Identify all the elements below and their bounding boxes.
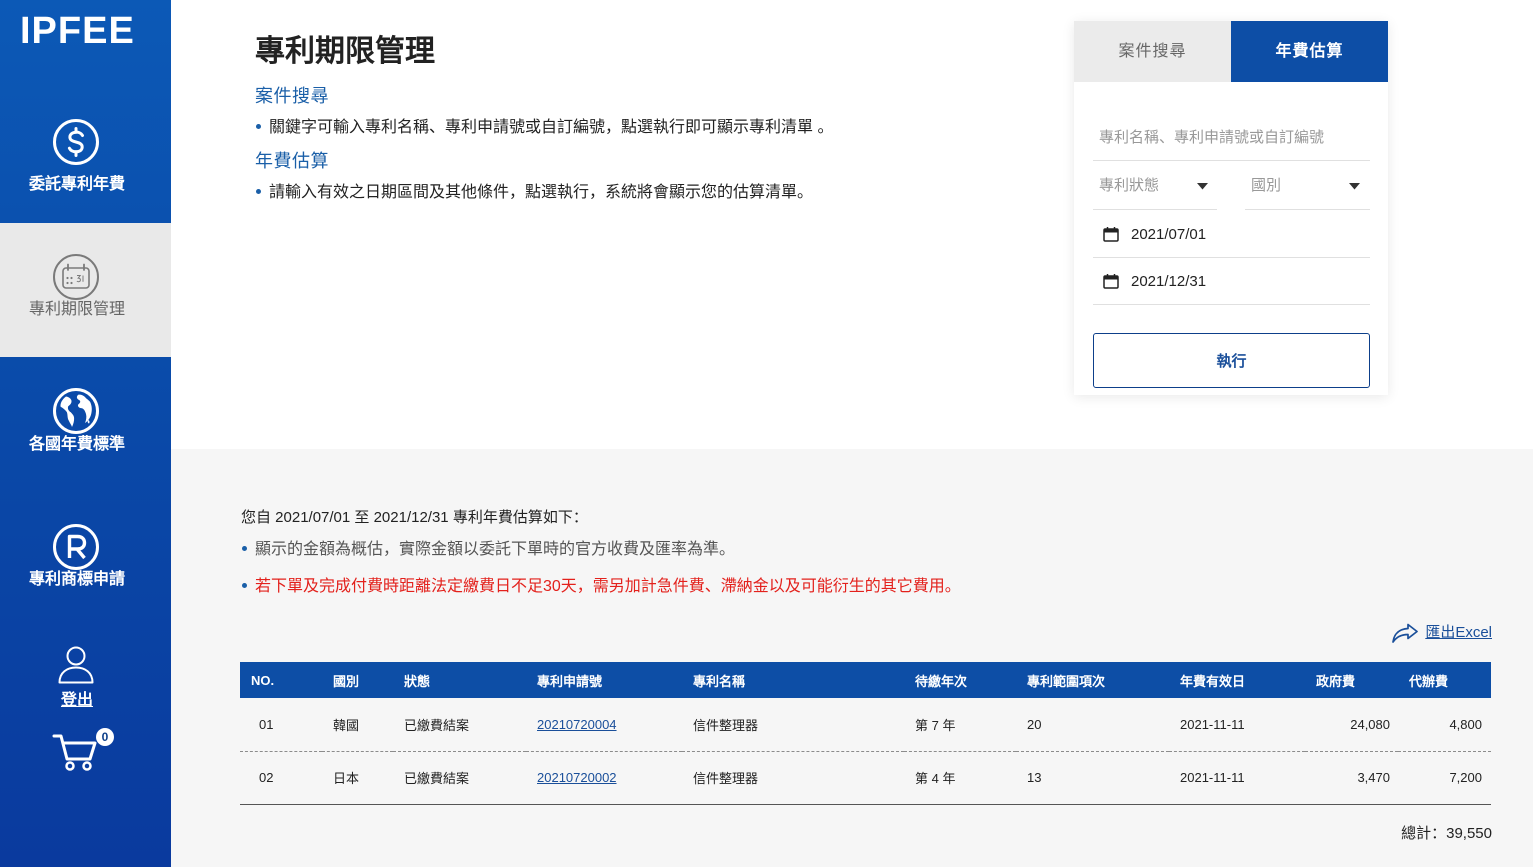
calendar-icon: [1103, 227, 1119, 242]
cell-gov-fee: 24,080: [1305, 698, 1398, 752]
table-header-row: NO. 國別 狀態 專利申請號 專利名稱 待繳年次 專利範圍項次 年費有效日 政…: [240, 662, 1491, 698]
cell-no: 02: [240, 751, 322, 805]
end-date-field[interactable]: 2021/12/31: [1093, 258, 1370, 305]
cell-patent-name: 信件整理器: [682, 751, 904, 805]
column-header: 年費有效日: [1169, 662, 1305, 698]
sidebar-item-label: 各國年費標準: [28, 436, 125, 453]
country-select-value: 國別: [1251, 177, 1282, 194]
column-header: 專利範圍項次: [1016, 662, 1169, 698]
execute-button[interactable]: 執行: [1093, 333, 1370, 388]
keyword-field: [1093, 114, 1370, 161]
user-icon: [58, 646, 94, 684]
cart-count-badge: 0: [96, 728, 114, 746]
column-header: NO.: [240, 662, 322, 698]
cell-application-no: 20210720004: [526, 698, 682, 752]
sidebar-item-patent-deadline[interactable]: 專利期限管理: [0, 223, 171, 357]
sidebar-item-label: 委託專利年費: [28, 176, 125, 193]
column-header: 待繳年次: [904, 662, 1016, 698]
search-panel: 案件搜尋 年費估算 專利狀態 國別 2021/07/01 2021/12/31 …: [1074, 21, 1388, 395]
application-no-link[interactable]: 20210720004: [537, 717, 617, 732]
column-header: 專利申請號: [526, 662, 682, 698]
cell-claims: 20: [1016, 698, 1169, 752]
calendar-circle-icon: [53, 254, 99, 300]
total-amount: 總計：39,550: [1401, 823, 1492, 845]
brand-logo[interactable]: IPFEE: [20, 9, 135, 53]
cell-country: 日本: [322, 751, 393, 805]
fee-estimate-table: NO. 國別 狀態 專利申請號 專利名稱 待繳年次 專利範圍項次 年費有效日 政…: [240, 662, 1491, 805]
panel-tabs: 案件搜尋 年費估算: [1074, 21, 1388, 82]
sidebar-item-country-fee-standards[interactable]: 各國年費標準: [0, 357, 171, 491]
start-date-value: 2021/07/01: [1131, 226, 1207, 243]
keyword-input[interactable]: [1093, 114, 1370, 160]
export-excel-label: 匯出Excel: [1425, 624, 1492, 641]
logout-label: 登出: [60, 692, 93, 709]
results-section: 您自 2021/07/01 至 2021/12/31 專利年費估算如下： 顯示的…: [171, 449, 1533, 867]
cell-patent-name: 信件整理器: [682, 698, 904, 752]
globe-icon: [53, 388, 99, 434]
cell-agent-fee: 7,200: [1398, 751, 1491, 805]
results-warning: 若下單及完成付費時距離法定繳費日不足30天，需另加計急件費、滯納金以及可能衍生的…: [241, 575, 961, 599]
intro-heading-fee-estimate: 年費估算: [255, 151, 329, 171]
cell-due-date: 2021-11-11: [1169, 698, 1305, 752]
start-date-field[interactable]: 2021/07/01: [1093, 211, 1370, 258]
intro-text-fee-estimate: 請輸入有效之日期區間及其他條件，點選執行，系統將會顯示您的估算清單。: [255, 181, 813, 205]
total-label: 總計：: [1401, 825, 1447, 842]
cell-agent-fee: 4,800: [1398, 698, 1491, 752]
share-arrow-icon: [1392, 623, 1419, 643]
dollar-circle-icon: [53, 119, 99, 165]
cell-due-date: 2021-11-11: [1169, 751, 1305, 805]
country-select[interactable]: 國別: [1245, 162, 1370, 210]
total-value: 39,550: [1446, 825, 1492, 842]
column-header: 專利名稱: [682, 662, 904, 698]
cell-status: 已繳費結案: [393, 698, 526, 752]
calendar-icon: [1103, 274, 1119, 289]
end-date-value: 2021/12/31: [1131, 273, 1207, 290]
cell-payment-year: 第 7 年: [904, 698, 1016, 752]
caret-down-icon: [1197, 183, 1208, 190]
column-header: 國別: [322, 662, 393, 698]
caret-down-icon: [1349, 183, 1360, 190]
tab-case-search[interactable]: 案件搜尋: [1074, 21, 1231, 82]
cell-country: 韓國: [322, 698, 393, 752]
status-select-value: 專利狀態: [1099, 177, 1160, 194]
sidebar-item-label: 專利期限管理: [28, 301, 125, 318]
sidebar-item-patent-trademark-application[interactable]: 專利商標申請: [0, 491, 171, 625]
column-header: 代辦費: [1398, 662, 1491, 698]
sidebar: IPFEE 委託專利年費 專利期限管理 各國年費標準 專利商標申請 登出 0: [0, 0, 171, 867]
cart-icon: [52, 734, 97, 771]
table-row: 02 日本 已繳費結案 20210720002 信件整理器 第 4 年 13 2…: [240, 751, 1491, 805]
tab-annual-fee-estimate[interactable]: 年費估算: [1231, 21, 1388, 82]
page-title: 專利期限管理: [255, 35, 435, 68]
status-select[interactable]: 專利狀態: [1093, 162, 1217, 210]
logout-button[interactable]: 登出: [0, 625, 171, 720]
sidebar-item-label: 專利商標申請: [28, 571, 125, 588]
cell-no: 01: [240, 698, 322, 752]
column-header: 政府費: [1305, 662, 1398, 698]
results-note-estimate: 顯示的金額為概估，實際金額以委託下單時的官方收費及匯率為準。: [241, 538, 735, 562]
cell-status: 已繳費結案: [393, 751, 526, 805]
cart-button[interactable]: 0: [52, 728, 114, 776]
sidebar-item-annual-fee-entrust[interactable]: 委託專利年費: [0, 100, 171, 223]
registered-trademark-icon: [53, 524, 99, 570]
column-header: 狀態: [393, 662, 526, 698]
export-excel-link[interactable]: 匯出Excel: [1391, 618, 1492, 648]
cell-application-no: 20210720002: [526, 751, 682, 805]
table-row: 01 韓國 已繳費結案 20210720004 信件整理器 第 7 年 20 2…: [240, 698, 1491, 752]
intro-heading-case-search: 案件搜尋: [255, 86, 329, 106]
cell-payment-year: 第 4 年: [904, 751, 1016, 805]
cell-gov-fee: 3,470: [1305, 751, 1398, 805]
results-summary: 您自 2021/07/01 至 2021/12/31 專利年費估算如下：: [241, 509, 588, 526]
intro-text-case-search: 關鍵字可輸入專利名稱、專利申請號或自訂編號，點選執行即可顯示專利清單 。: [255, 116, 833, 140]
cell-claims: 13: [1016, 751, 1169, 805]
application-no-link[interactable]: 20210720002: [537, 770, 617, 785]
